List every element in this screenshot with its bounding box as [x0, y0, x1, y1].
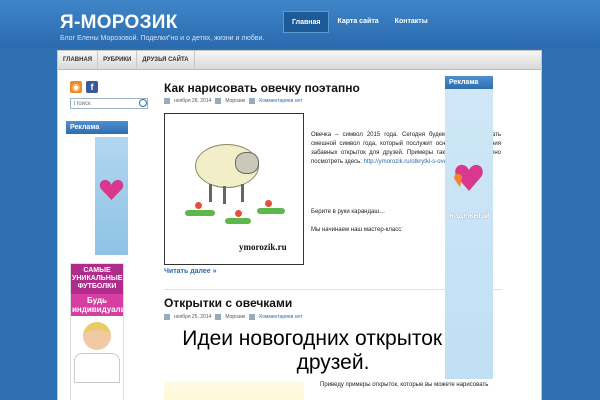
- post-paragraph: Берите в руки карандаш…: [311, 209, 386, 215]
- sub-navigation: ГЛАВНАЯ РУБРИКИ ДРУЗЬЯ САЙТА: [58, 51, 541, 70]
- flower-drawing: [265, 200, 272, 207]
- search-icon[interactable]: [139, 99, 147, 107]
- sheep-leg: [209, 184, 212, 202]
- post-author[interactable]: Морозик: [225, 314, 245, 320]
- read-more-link[interactable]: Читать далее »: [164, 268, 217, 275]
- flower-drawing: [195, 202, 202, 209]
- calendar-icon: [164, 98, 170, 104]
- tshirt-ad-headline: САМЫЕ УНИКАЛЬНЫЕ ФУТБОЛКИ: [71, 264, 123, 294]
- rss-icon[interactable]: ◉: [70, 81, 82, 93]
- nav-contacts[interactable]: Контакты: [387, 11, 436, 33]
- post-comments-link[interactable]: Комментариев нет: [259, 98, 302, 104]
- top-navigation: Главная Карта сайта Контакты: [283, 11, 436, 33]
- tshirt-ad-slogan: Будь индивидуальным!: [71, 294, 124, 316]
- subnav-friends[interactable]: ДРУЗЬЯ САЙТА: [137, 51, 195, 69]
- search-input[interactable]: [70, 98, 148, 109]
- ad-brand-word: надежный: [449, 211, 490, 220]
- calendar-icon: [164, 314, 170, 320]
- subnav-categories[interactable]: РУБРИКИ: [98, 51, 138, 69]
- site-title[interactable]: Я-МОРОЗИК: [60, 12, 178, 34]
- ad-widget-title-left: Реклама: [66, 121, 128, 134]
- grass-stroke: [257, 208, 285, 214]
- post-excerpt: Приведу примеры открыток, которые вы мож…: [320, 382, 489, 388]
- nav-sitemap[interactable]: Карта сайта: [329, 11, 386, 33]
- post-title[interactable]: Как нарисовать овечку поэтапно: [164, 81, 360, 95]
- ad-model-shirt: [74, 353, 120, 383]
- grass-stroke: [225, 218, 251, 224]
- ad-widget-title-right: Реклама: [445, 76, 493, 89]
- author-icon: [215, 314, 222, 320]
- comment-icon: [249, 314, 256, 320]
- author-icon: [215, 98, 222, 104]
- post-date: ноября 28, 2014: [174, 98, 212, 104]
- post-image[interactable]: ymorozik.ru: [164, 113, 304, 265]
- post-date: ноября 25, 2014: [174, 314, 212, 320]
- sheep-leg: [223, 186, 226, 204]
- site-description: Блог Елены Морозовой. Поделки"но и о дет…: [60, 35, 265, 42]
- subnav-home[interactable]: ГЛАВНАЯ: [58, 51, 99, 69]
- facebook-icon[interactable]: f: [86, 81, 98, 93]
- nav-home[interactable]: Главная: [283, 11, 330, 33]
- post-meta: ноября 28, 2014 Морозик Комментариев нет: [164, 98, 302, 104]
- grass-stroke: [185, 210, 215, 216]
- comment-icon: [249, 98, 256, 104]
- social-icons: ◉ f: [70, 81, 98, 93]
- ad-banner-left[interactable]: [95, 137, 128, 255]
- ad-model-face: [83, 322, 111, 350]
- post-image[interactable]: [164, 381, 304, 400]
- page-container: ГЛАВНАЯ РУБРИКИ ДРУЗЬЯ САЙТА ◉ f Реклама…: [57, 50, 542, 400]
- heart-icon: [454, 164, 483, 191]
- image-caption: ymorozik.ru: [239, 242, 287, 252]
- sheep-head: [235, 152, 259, 174]
- post-author[interactable]: Морозик: [225, 98, 245, 104]
- post-paragraph: Мы начинаем наш мастер-класс:: [311, 227, 403, 233]
- site-header: Я-МОРОЗИК Блог Елены Морозовой. Поделки"…: [0, 0, 600, 48]
- post-title[interactable]: Открытки с овечками: [164, 296, 292, 310]
- flower-drawing: [235, 210, 242, 217]
- post-meta: ноября 25, 2014 Морозик Комментариев нет: [164, 314, 302, 320]
- tshirt-ad-banner[interactable]: САМЫЕ УНИКАЛЬНЫЕ ФУТБОЛКИ Будь индивидуа…: [70, 263, 124, 400]
- post-comments-link[interactable]: Комментариев нет: [259, 314, 302, 320]
- heart-icon: [99, 179, 124, 200]
- ad-banner-right-content: надежный: [445, 89, 493, 379]
- sheep-leg: [241, 184, 244, 202]
